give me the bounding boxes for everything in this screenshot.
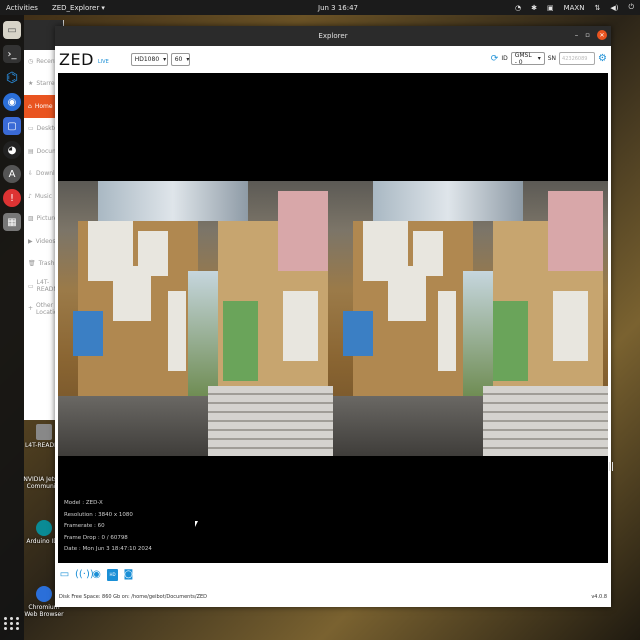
info-date: Date : Mon Jun 3 18:47:10 2024 (64, 546, 152, 552)
download-icon: ⇩ (28, 170, 34, 178)
right-camera-image (333, 181, 608, 456)
volume-icon[interactable]: ◀) (610, 4, 618, 12)
drive-icon (36, 424, 52, 440)
power-mode-label[interactable]: MAXN (564, 4, 585, 12)
status-footer: Disk Free Space: 860 Gb on: /home/geibot… (59, 594, 607, 600)
info-frame-drop: Frame Drop : 0 / 60798 (64, 534, 128, 541)
fps-value: 60 (174, 56, 183, 63)
error-report-icon[interactable]: ! (3, 189, 21, 207)
arduino-icon (36, 520, 52, 536)
stream-icon[interactable]: ((·)) (75, 569, 94, 581)
picture-icon: ▨ (28, 215, 34, 223)
network-icon[interactable]: ⇅ (594, 4, 600, 12)
info-resolution: Resolution : 3840 x 1080 (64, 511, 133, 518)
clock-icon: ◷ (28, 57, 34, 65)
close-icon[interactable]: ✕ (597, 30, 607, 40)
camera-id-value: GMSL - 0 (514, 51, 532, 66)
disk-free-space: Disk Free Space: 860 Gb on: /home/geibot… (59, 594, 208, 600)
maximize-icon[interactable]: ▫ (585, 31, 590, 39)
camera-selector: ⟳ ID GMSL - 0 ▾ SN 42326089 ⚙ (491, 51, 607, 66)
id-label: ID (501, 55, 508, 62)
screenshot-tool-icon[interactable]: ▢ (3, 117, 21, 135)
clock[interactable]: Jun 3 16:47 (318, 4, 358, 12)
resolution-select[interactable]: HD1080 ▾ (130, 53, 168, 66)
resolution-value: HD1080 (134, 56, 160, 63)
record-icon[interactable]: ◉ (91, 569, 102, 581)
window-resize-handle[interactable] (609, 462, 613, 471)
camera-id-select[interactable]: GMSL - 0 ▾ (510, 51, 545, 66)
nvidia-settings-icon[interactable]: ◔ (515, 4, 521, 12)
dock: ▭ ›_ ⌬ ◉ ▢ ◕ A ! ▦ (0, 15, 24, 640)
camera-info-panel: Model : ZED-X Resolution : 3840 x 1080 F… (64, 498, 152, 556)
show-applications-icon[interactable] (3, 614, 21, 632)
system-tray[interactable]: ◔ ✱ ▣ MAXN ⇅ ◀) ⏻ (515, 3, 634, 12)
drive-icon: ▭ (28, 282, 34, 290)
top-panel: Activities ZED_Explorer ▾ Jun 3 16:47 ◔ … (0, 0, 640, 15)
video-icon: ▶ (28, 237, 33, 245)
serial-number-field[interactable]: 42326089 (559, 52, 596, 65)
live-badge: LIVE (97, 59, 109, 65)
stereo-video-feed (58, 181, 608, 456)
trash-icon: 🗑 (28, 260, 36, 268)
chevron-down-icon: ▾ (186, 56, 190, 63)
info-framerate: Framerate : 60 (64, 523, 105, 529)
bluetooth-icon[interactable]: ✱ (531, 4, 537, 12)
arduino-ide-icon[interactable]: A (3, 165, 21, 183)
power-icon[interactable]: ⏻ (628, 3, 634, 12)
plus-icon: + (28, 305, 34, 313)
mouse-cursor (195, 521, 198, 527)
chromium-icon[interactable]: ◉ (3, 93, 21, 111)
hd-view-icon[interactable]: HD (107, 569, 118, 581)
version-label: v4.0.8 (591, 594, 607, 600)
music-icon: ♪ (28, 192, 32, 200)
chevron-down-icon: ▾ (163, 56, 167, 63)
refresh-icon[interactable]: ⟳ (491, 54, 499, 64)
zed-logo: ZED (59, 50, 94, 69)
chevron-down-icon: ▾ (537, 55, 541, 62)
document-icon: ▤ (28, 147, 34, 155)
terminal-icon[interactable]: ›_ (3, 45, 21, 63)
window-titlebar[interactable]: Explorer – ▫ ✕ (55, 26, 611, 46)
explorer-window: Explorer – ▫ ✕ ZED LIVE HD1080 ▾ 60 ▾ ⟳ … (55, 26, 611, 607)
video-viewer[interactable]: Model : ZED-X Resolution : 3840 x 1080 F… (58, 73, 608, 563)
folder-icon[interactable]: ▭ (59, 569, 70, 581)
files-icon[interactable]: ▭ (3, 21, 21, 39)
vscode-icon[interactable]: ⌬ (3, 69, 21, 87)
bottom-toolbar: ▭ ((·)) ◉ HD ◙ (59, 569, 134, 581)
activities-button[interactable]: Activities (6, 4, 38, 12)
folder-icon: ▭ (28, 125, 34, 133)
info-model: Model : ZED-X (64, 500, 103, 506)
home-icon: ⌂ (28, 102, 32, 110)
star-icon: ★ (28, 80, 34, 88)
obs-icon[interactable]: ◕ (3, 141, 21, 159)
app-menu[interactable]: ZED_Explorer ▾ (52, 4, 105, 12)
explorer-toolbar: ZED LIVE HD1080 ▾ 60 ▾ ⟳ ID GMSL - 0 ▾ S… (55, 46, 611, 73)
fps-select[interactable]: 60 ▾ (170, 53, 190, 66)
minimize-icon[interactable]: – (575, 31, 579, 39)
left-camera-image (58, 181, 333, 456)
window-controls: – ▫ ✕ (575, 30, 607, 40)
window-title: Explorer (318, 32, 348, 40)
zed-explorer-icon[interactable]: ▦ (3, 213, 21, 231)
settings-gear-icon[interactable]: ⚙ (598, 53, 607, 64)
nvpmodel-icon[interactable]: ▣ (547, 4, 554, 12)
chromium-icon (36, 586, 52, 602)
sn-label: SN (547, 55, 557, 62)
snapshot-camera-icon[interactable]: ◙ (123, 569, 134, 581)
